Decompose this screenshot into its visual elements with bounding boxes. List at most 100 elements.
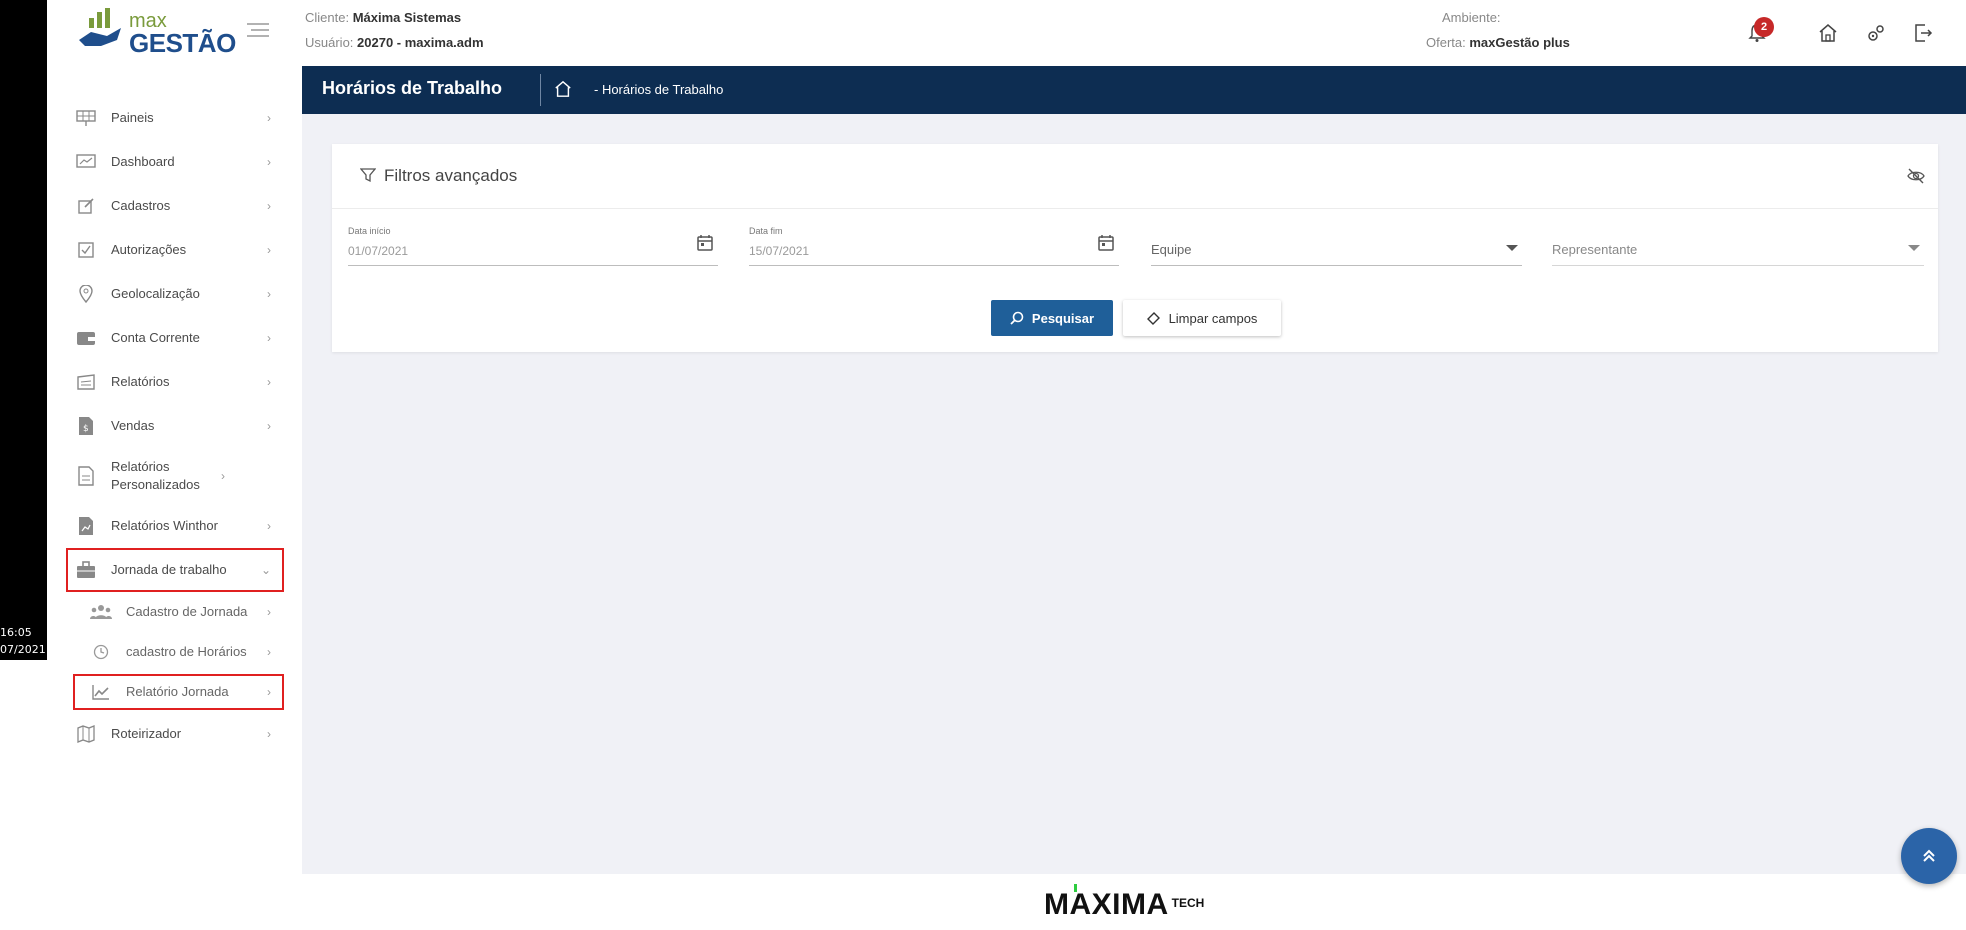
clock-date: 07/2021 <box>0 643 46 656</box>
background-window <box>0 0 47 660</box>
chevron-right-icon: › <box>267 645 271 659</box>
app-logo[interactable]: max GESTÃO <box>77 6 236 58</box>
date-end-field[interactable]: Data fim 15/07/2021 <box>749 226 1119 266</box>
menu-toggle-icon[interactable] <box>245 20 271 40</box>
filters-card: Filtros avançados Data início 01/07/2021… <box>332 144 1938 352</box>
chart-board-icon <box>75 151 97 173</box>
sidebar-item-relatorios[interactable]: Relatórios › <box>67 370 279 394</box>
search-button[interactable]: Pesquisar <box>991 300 1113 336</box>
date-start-field[interactable]: Data início 01/07/2021 <box>348 226 718 266</box>
chevron-right-icon: › <box>221 469 225 483</box>
sidebar-item-label: Relatórios Winthor <box>111 518 218 533</box>
client-info: Cliente: Máxima Sistemas <box>305 10 461 25</box>
sidebar-item-conta-corrente[interactable]: Conta Corrente › <box>67 326 279 350</box>
edit-icon <box>75 195 97 217</box>
chevron-right-icon: › <box>267 243 271 257</box>
sidebar-item-label: Autorizações <box>111 242 187 257</box>
sidebar-item-roteirizador[interactable]: Roteirizador › <box>67 722 279 746</box>
eye-hidden-icon[interactable] <box>1906 166 1926 186</box>
representative-placeholder: Representante <box>1552 242 1638 257</box>
sidebar-item-relatorios-personalizados[interactable]: Relatórios Personalizados › <box>67 456 279 496</box>
svg-text:$: $ <box>83 424 89 434</box>
footer-brand-logo: MAXIMA TECH <box>1044 884 1205 922</box>
clear-fields-button[interactable]: Limpar campos <box>1123 300 1281 336</box>
chevron-right-icon: › <box>267 375 271 389</box>
sidebar: max GESTÃO Paineis › Dashboard › Cadastr… <box>47 0 302 930</box>
solar-panel-icon <box>75 107 97 129</box>
wallet-icon <box>75 327 97 349</box>
clock-time: 16:05 <box>0 626 32 639</box>
sidebar-item-autorizacoes[interactable]: Autorizações › <box>67 238 279 262</box>
dropdown-caret-icon <box>1506 245 1518 251</box>
report-icon <box>75 371 97 393</box>
sidebar-subitem-relatorio-jornada[interactable]: Relatório Jornada › <box>82 680 279 704</box>
offer-label: Oferta: <box>1426 35 1466 50</box>
sidebar-subitem-cadastro-de-horarios[interactable]: cadastro de Horários › <box>82 640 279 664</box>
search-button-label: Pesquisar <box>1031 310 1095 326</box>
chevron-right-icon: › <box>267 111 271 125</box>
briefcase-icon <box>75 559 97 581</box>
system-clock: 16:05 07/2021 <box>0 624 47 658</box>
sidebar-item-dashboard[interactable]: Dashboard › <box>67 150 279 174</box>
date-end-label: Data fim <box>749 226 783 236</box>
sidebar-item-label: Conta Corrente <box>111 330 200 345</box>
eraser-icon <box>1146 312 1160 325</box>
map-pin-icon <box>75 283 97 305</box>
page-header: Horários de Trabalho - Horários de Traba… <box>302 66 1966 114</box>
calendar-icon[interactable] <box>696 234 714 252</box>
chevron-right-icon: › <box>267 287 271 301</box>
double-chevron-up-icon <box>1923 849 1935 862</box>
sales-doc-icon: $ <box>75 415 97 437</box>
calendar-icon[interactable] <box>1097 234 1115 252</box>
sidebar-item-paineis[interactable]: Paineis › <box>67 106 279 130</box>
sidebar-item-cadastros[interactable]: Cadastros › <box>67 194 279 218</box>
sidebar-item-label: cadastro de Horários <box>126 644 247 659</box>
sidebar-item-vendas[interactable]: $ Vendas › <box>67 414 279 438</box>
offer-value: maxGestão plus <box>1469 35 1570 50</box>
chart-doc-icon <box>75 515 97 537</box>
environment-info: Ambiente: <box>1442 10 1501 25</box>
sidebar-item-label: Jornada de trabalho <box>111 562 227 577</box>
sidebar-item-label: Relatórios Personalizados <box>111 459 200 492</box>
breadcrumb-home-icon[interactable] <box>554 80 574 100</box>
date-start-value: 01/07/2021 <box>348 244 409 258</box>
sidebar-item-label: Cadastro de Jornada <box>126 604 248 619</box>
chevron-right-icon: › <box>267 605 271 619</box>
team-placeholder: Equipe <box>1151 242 1192 257</box>
sidebar-item-geolocalizacao[interactable]: Geolocalização › <box>67 282 279 306</box>
notification-badge: 2 <box>1754 17 1774 37</box>
sidebar-item-label: Geolocalização <box>111 286 200 301</box>
chevron-down-icon: ⌄ <box>260 563 271 577</box>
sidebar-subitem-cadastro-de-jornada[interactable]: Cadastro de Jornada › <box>82 600 279 624</box>
logo-mark-icon <box>79 8 121 46</box>
checkbox-icon <box>75 239 97 261</box>
representative-select[interactable]: Representante <box>1552 226 1924 266</box>
team-select[interactable]: Equipe <box>1151 226 1522 266</box>
sidebar-item-relatorios-winthor[interactable]: Relatórios Winthor › <box>67 514 279 538</box>
client-label: Cliente: <box>305 10 350 25</box>
scroll-to-top-button[interactable] <box>1901 828 1957 884</box>
footer-brand-suffix: TECH <box>1171 896 1205 910</box>
sidebar-item-jornada-de-trabalho[interactable]: Jornada de trabalho ⌄ <box>67 558 279 582</box>
sidebar-item-label: Cadastros <box>111 198 171 213</box>
sidebar-item-label: Roteirizador <box>111 726 182 741</box>
sidebar-item-label: Vendas <box>111 418 155 433</box>
home-icon[interactable] <box>1813 18 1843 48</box>
clock-icon <box>90 641 112 663</box>
search-icon <box>1010 311 1024 325</box>
filters-header: Filtros avançados <box>332 144 1938 209</box>
chevron-right-icon: › <box>267 155 271 169</box>
map-icon <box>75 723 97 745</box>
footer: MAXIMA TECH <box>302 874 1966 930</box>
logout-icon[interactable] <box>1908 18 1938 48</box>
user-info: Usuário: 20270 - maxima.adm <box>305 35 484 50</box>
chevron-right-icon: › <box>267 199 271 213</box>
chevron-right-icon: › <box>267 727 271 741</box>
user-value: 20270 - maxima.adm <box>357 35 484 50</box>
chevron-right-icon: › <box>267 685 271 699</box>
settings-gears-icon[interactable] <box>1861 18 1891 48</box>
offer-info: Oferta: maxGestão plus <box>1426 35 1570 50</box>
brand-accent-marks <box>1074 884 1077 892</box>
top-header: Cliente: Máxima Sistemas Usuário: 20270 … <box>302 0 1966 66</box>
users-icon <box>90 601 112 623</box>
